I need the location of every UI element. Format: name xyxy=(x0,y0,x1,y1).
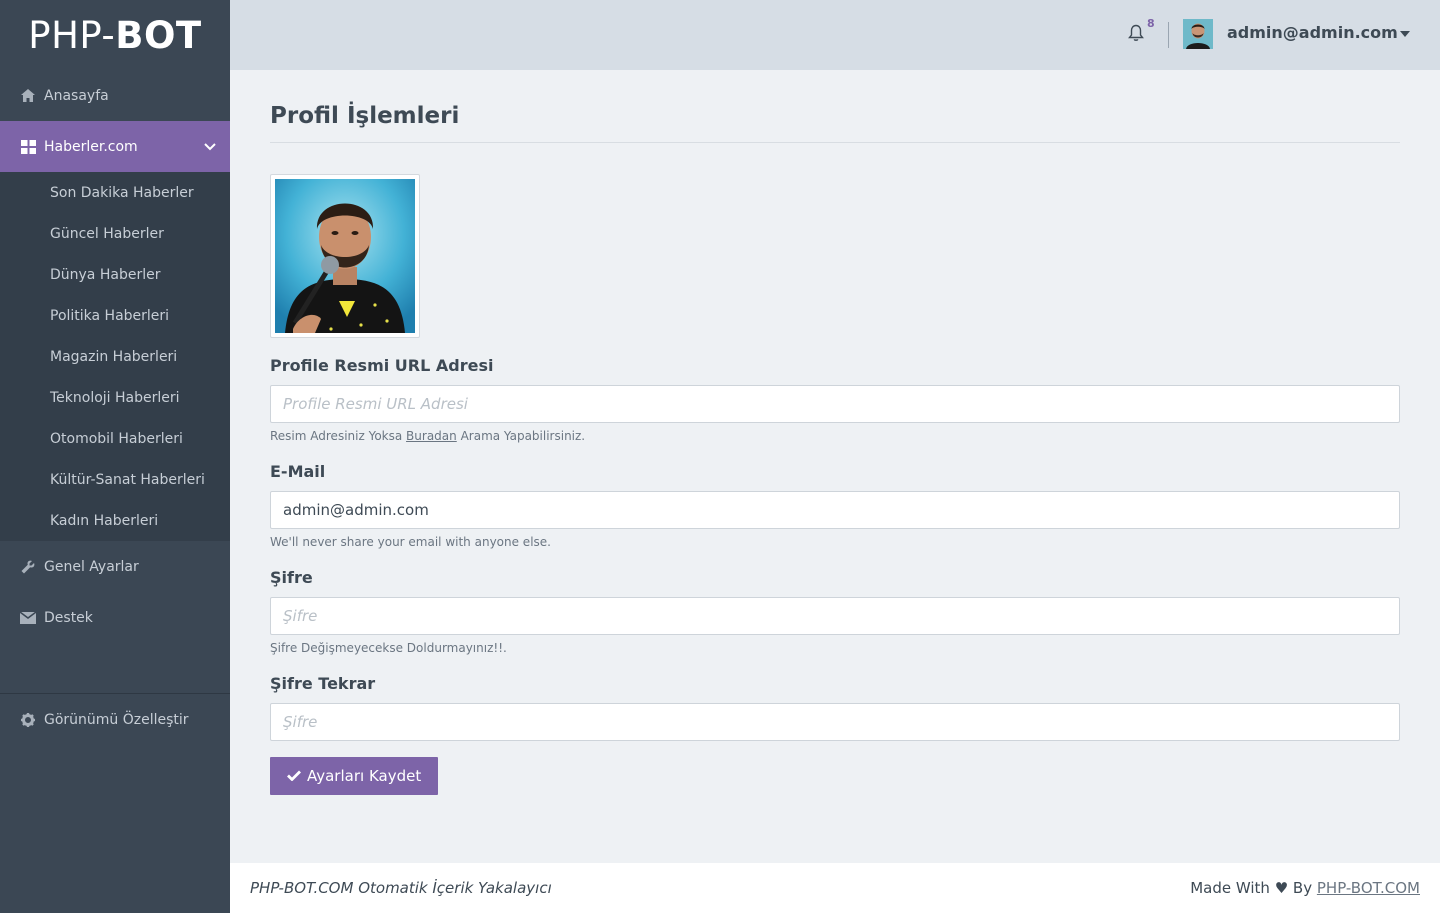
password-field[interactable] xyxy=(270,597,1400,635)
submenu-item[interactable]: Son Dakika Haberler xyxy=(0,172,230,213)
logo-light-text: PHP- xyxy=(28,13,116,57)
check-icon xyxy=(287,767,301,785)
grid-icon xyxy=(20,139,36,155)
password-repeat-group: Şifre Tekrar xyxy=(270,674,1400,741)
home-icon xyxy=(20,88,36,104)
footer-left-text: PHP-BOT.COM Otomatik İçerik Yakalayıcı xyxy=(250,879,552,897)
sidebar-item-genel-ayarlar[interactable]: Genel Ayarlar xyxy=(0,541,230,592)
submenu-item[interactable]: Güncel Haberler xyxy=(0,213,230,254)
password-repeat-field[interactable] xyxy=(270,703,1400,741)
email-help: We'll never share your email with anyone… xyxy=(270,535,551,549)
submenu-item[interactable]: Politika Haberleri xyxy=(0,295,230,336)
password-group: Şifre Şifre Değişmeyecekse Doldurmayınız… xyxy=(270,568,1400,655)
password-repeat-label: Şifre Tekrar xyxy=(270,674,376,693)
email-group: E-Mail We'll never share your email with… xyxy=(270,462,1400,549)
brand-logo[interactable]: PHP- BOT xyxy=(0,0,230,70)
sidebar-item-label: Anasayfa xyxy=(44,87,109,104)
submenu-item[interactable]: Kadın Haberleri xyxy=(0,500,230,541)
profile-url-group: Profile Resmi URL Adresi Resim Adresiniz… xyxy=(270,356,1400,443)
submenu-haberler: Son Dakika Haberler Güncel Haberler Düny… xyxy=(0,172,230,541)
password-help: Şifre Değişmeyecekse Doldurmayınız!!. xyxy=(270,641,507,655)
footer: PHP-BOT.COM Otomatik İçerik Yakalayıcı M… xyxy=(230,863,1440,913)
sidebar-item-label: Genel Ayarlar xyxy=(44,558,139,575)
submenu-item[interactable]: Otomobil Haberleri xyxy=(0,418,230,459)
profile-url-help: Resim Adresiniz Yoksa Buradan Arama Yapa… xyxy=(270,429,1400,443)
envelope-icon xyxy=(20,610,36,626)
sidebar-item-haberler[interactable]: Haberler.com xyxy=(0,121,230,172)
email-field[interactable] xyxy=(270,491,1400,529)
profile-image xyxy=(270,174,420,338)
footer-link[interactable]: PHP-BOT.COM xyxy=(1317,879,1420,897)
submenu-item[interactable]: Dünya Haberler xyxy=(0,254,230,295)
chevron-down-icon xyxy=(204,139,216,155)
sidebar-item-label: Görünümü Özelleştir xyxy=(44,711,189,728)
header-divider xyxy=(1168,22,1169,48)
user-email[interactable]: admin@admin.com xyxy=(1227,23,1398,42)
logo-bold-text: BOT xyxy=(115,13,202,57)
sidebar-item-anasayfa[interactable]: Anasayfa xyxy=(0,70,230,121)
footer-right: Made With ♥ By PHP-BOT.COM xyxy=(1190,879,1420,897)
sidebar-item-customize[interactable]: Görünümü Özelleştir xyxy=(0,694,230,745)
sidebar: PHP- BOT Anasayfa Haberler.com Son Dakika… xyxy=(0,0,230,913)
bell-icon[interactable] xyxy=(1128,24,1148,44)
sidebar-item-label: Destek xyxy=(44,609,93,626)
submenu-item[interactable]: Teknoloji Haberleri xyxy=(0,377,230,418)
sidebar-item-label: Haberler.com xyxy=(44,138,138,155)
avatar[interactable] xyxy=(1183,19,1213,49)
sidebar-item-destek[interactable]: Destek xyxy=(0,592,230,643)
footer-made-with: Made With ♥ By xyxy=(1190,879,1313,897)
gear-icon xyxy=(20,712,36,728)
top-header: 8 admin@admin.com xyxy=(230,0,1440,70)
save-button-label: Ayarları Kaydet xyxy=(307,767,422,785)
profile-url-label: Profile Resmi URL Adresi xyxy=(270,356,494,375)
save-button[interactable]: Ayarları Kaydet xyxy=(270,757,439,795)
email-label: E-Mail xyxy=(270,462,326,481)
submenu-item[interactable]: Kültür-Sanat Haberleri xyxy=(0,459,230,500)
wrench-icon xyxy=(20,559,36,575)
submenu-item[interactable]: Magazin Haberleri xyxy=(0,336,230,377)
page-title: Profil İşlemleri xyxy=(270,103,1400,143)
profile-url-input[interactable] xyxy=(270,385,1400,423)
help-text: Resim Adresiniz Yoksa xyxy=(270,429,403,443)
notification-badge: 8 xyxy=(1147,17,1155,30)
buradan-link[interactable]: Buradan xyxy=(406,429,457,443)
help-text: Arama Yapabilirsiniz. xyxy=(460,429,586,443)
caret-down-icon[interactable] xyxy=(1400,31,1410,37)
password-label: Şifre xyxy=(270,568,313,587)
main-content: Profil İşlemleri Profile Resmi URL Adres… xyxy=(270,70,1400,795)
